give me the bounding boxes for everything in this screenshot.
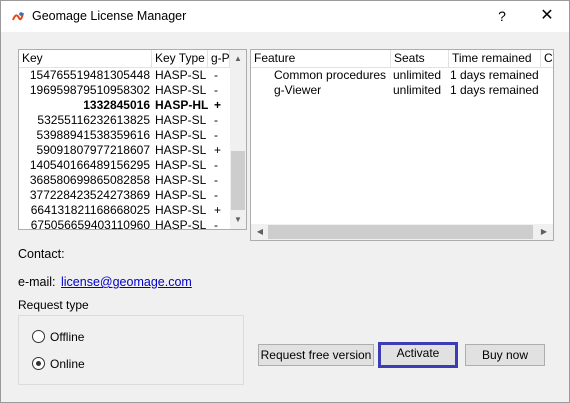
key-cell: 377228423524273869 — [29, 188, 150, 202]
gp-cell: - — [214, 83, 218, 97]
geomage-logo-icon — [11, 10, 25, 24]
seats-cell: unlimited — [393, 83, 442, 97]
scroll-right-arrow-icon[interactable]: ▶ — [536, 224, 552, 240]
key-table-header: Key Key Type g-P — [19, 50, 246, 68]
key-cell: 59091807977218607 — [36, 143, 150, 157]
online-label[interactable]: Online — [50, 357, 85, 371]
table-row[interactable]: 664131821168668025 HASP-SL + — [19, 203, 229, 218]
online-radio[interactable] — [32, 357, 45, 370]
scroll-thumb[interactable] — [231, 151, 245, 210]
close-button[interactable]: ✕ — [531, 4, 563, 28]
key-cell: 53255116232613825 — [37, 113, 150, 127]
key-type-cell: HASP-SL — [155, 188, 207, 202]
key-type-cell: HASP-HL — [155, 98, 209, 112]
key-cell: 368580699865082858 — [29, 173, 150, 187]
request-type-group: Offline Online — [18, 315, 244, 385]
time-remained-cell: 1 days remained — [450, 68, 539, 82]
radio-selected-dot — [36, 361, 41, 366]
table-row[interactable]: 1332845016 HASP-HL + — [19, 98, 229, 113]
help-button[interactable]: ? — [489, 4, 515, 28]
table-row[interactable]: 59091807977218607 HASP-SL + — [19, 143, 229, 158]
license-manager-window: Geomage License Manager ? ✕ Key Key Type… — [0, 0, 570, 403]
gp-cell: - — [214, 128, 218, 142]
gp-cell: - — [214, 188, 218, 202]
column-header-cf[interactable]: CF — [541, 50, 553, 67]
table-row[interactable]: Common procedures unlimited 1 days remaine… — [251, 68, 551, 83]
email-label: e-mail: — [18, 275, 56, 289]
column-header-key-type[interactable]: Key Type — [152, 50, 208, 67]
table-row[interactable]: 377228423524273869 HASP-SL - — [19, 188, 229, 203]
scroll-up-arrow-icon[interactable]: ▲ — [230, 51, 246, 67]
key-type-cell: HASP-SL — [155, 128, 207, 142]
key-type-cell: HASP-SL — [155, 203, 207, 217]
table-row[interactable]: 675056659403110960 HASP-SL - — [19, 218, 229, 230]
activate-button[interactable]: Activate — [378, 342, 458, 368]
request-free-version-button[interactable]: Request free version — [258, 344, 374, 366]
key-cell: 140540166489156295 — [29, 158, 150, 172]
time-remained-cell: 1 days remained — [450, 83, 539, 97]
feature-table-horizontal-scrollbar[interactable]: ◀ ▶ — [251, 224, 553, 240]
gp-cell: - — [214, 158, 218, 172]
key-cell: 53988941538359616 — [36, 128, 150, 142]
key-type-cell: HASP-SL — [155, 218, 207, 230]
seats-cell: unlimited — [393, 68, 442, 82]
gp-cell: - — [214, 68, 218, 82]
table-row[interactable]: 368580699865082858 HASP-SL - — [19, 173, 229, 188]
table-row[interactable]: 53255116232613825 HASP-SL - — [19, 113, 229, 128]
feature-table-header: Feature Seats Time remained CF — [251, 50, 553, 68]
table-row[interactable]: g-Viewer unlimited 1 days remained — [251, 83, 551, 98]
key-type-cell: HASP-SL — [155, 143, 207, 157]
scroll-thumb[interactable] — [268, 225, 533, 239]
feature-cell: Common procedures — [274, 68, 387, 82]
key-type-cell: HASP-SL — [155, 68, 207, 82]
email-link[interactable]: license@geomage.com — [61, 275, 192, 289]
gp-cell: - — [214, 218, 218, 230]
feature-table[interactable]: Feature Seats Time remained CF Common pr… — [250, 49, 554, 241]
gp-cell: + — [214, 203, 222, 217]
key-cell: 675056659403110960 — [30, 218, 150, 230]
key-cell: 1332845016 — [83, 98, 150, 112]
contact-label: Contact: — [18, 247, 65, 261]
key-type-cell: HASP-SL — [155, 173, 207, 187]
table-row[interactable]: 154765519481305448 HASP-SL - — [19, 68, 229, 83]
gp-cell: - — [214, 113, 218, 127]
window-title: Geomage License Manager — [32, 9, 187, 23]
offline-radio[interactable] — [32, 330, 45, 343]
buy-now-button[interactable]: Buy now — [465, 344, 545, 366]
key-cell: 154765519481305448 — [29, 68, 150, 82]
column-header-feature[interactable]: Feature — [251, 50, 391, 67]
gp-cell: - — [214, 173, 218, 187]
gp-cell: + — [214, 143, 222, 157]
key-table[interactable]: Key Key Type g-P 154765519481305448 HASP-… — [18, 49, 247, 230]
column-header-seats[interactable]: Seats — [391, 50, 449, 67]
scroll-left-arrow-icon[interactable]: ◀ — [252, 224, 268, 240]
title-bar[interactable]: Geomage License Manager ? ✕ — [1, 1, 569, 32]
column-header-time-remained[interactable]: Time remained — [449, 50, 541, 67]
feature-cell: g-Viewer — [274, 83, 322, 97]
offline-label[interactable]: Offline — [50, 330, 84, 344]
key-cell: 196959879510958302 — [29, 83, 150, 97]
key-cell: 664131821168668025 — [30, 203, 150, 217]
gp-cell: + — [214, 98, 222, 112]
table-row[interactable]: 196959879510958302 HASP-SL - — [19, 83, 229, 98]
table-row[interactable]: 53988941538359616 HASP-SL - — [19, 128, 229, 143]
scroll-down-arrow-icon[interactable]: ▼ — [230, 212, 246, 228]
column-header-gp[interactable]: g-P — [208, 50, 230, 67]
column-header-key[interactable]: Key — [19, 50, 152, 67]
request-type-label: Request type — [18, 298, 89, 312]
key-type-cell: HASP-SL — [155, 158, 207, 172]
key-type-cell: HASP-SL — [155, 83, 207, 97]
key-type-cell: HASP-SL — [155, 113, 207, 127]
table-row[interactable]: 140540166489156295 HASP-SL - — [19, 158, 229, 173]
key-table-vertical-scrollbar[interactable]: ▲ ▼ — [230, 50, 246, 229]
